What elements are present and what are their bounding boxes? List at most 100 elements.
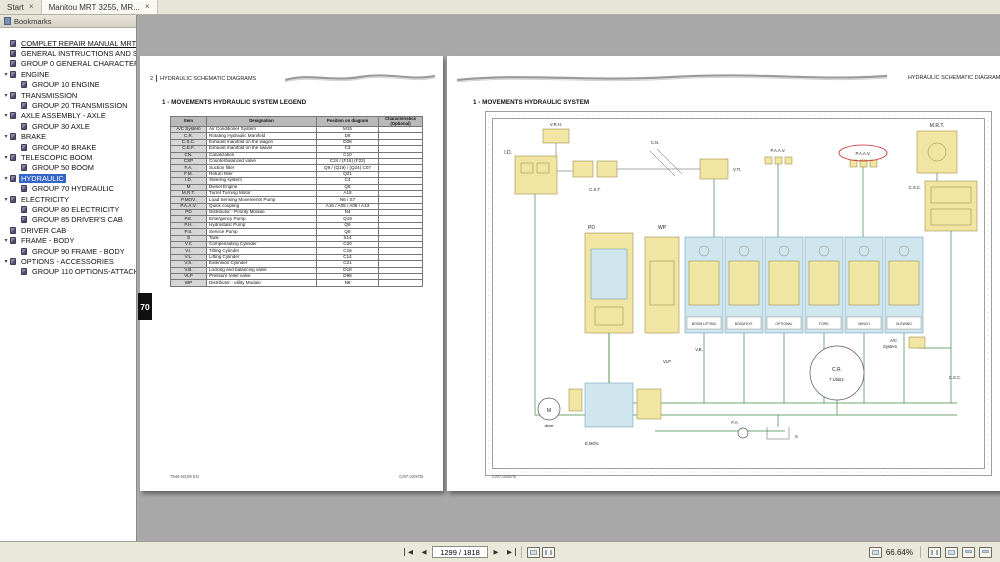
bookmark-label[interactable]: OPTIONS - ACCESSORIES xyxy=(19,257,116,266)
svg-text:F.A.: F.A. xyxy=(731,420,738,425)
bookmark-item[interactable]: ▾ ENGINE xyxy=(0,69,136,79)
svg-text:WP: WP xyxy=(658,225,667,231)
last-page-button[interactable]: ▶ xyxy=(504,548,516,556)
next-page-button[interactable]: ▶ xyxy=(490,548,502,556)
bookmark-item[interactable]: ▾ HYDRAULIC xyxy=(0,173,136,183)
chapter-number: 2 xyxy=(150,76,153,82)
zoom-level[interactable]: 66.64% xyxy=(886,548,913,557)
bookmark-item[interactable]: ▾ TRANSMISSION xyxy=(0,90,136,100)
bookmark-icon xyxy=(21,164,27,171)
actual-size-icon[interactable] xyxy=(869,547,882,558)
bookmark-item[interactable]: GROUP 30 AXLE xyxy=(0,121,136,131)
bookmark-item[interactable]: ▾ OPTIONS - ACCESSORIES xyxy=(0,256,136,266)
collapse-arrow-icon[interactable]: ▾ xyxy=(2,92,10,99)
status-toolbar: ◀ ◀ 1299 / 1818 ▶ ▶ 66.64% xyxy=(0,541,1000,562)
svg-text:C.N.: C.N. xyxy=(651,140,659,145)
collapse-arrow-icon[interactable]: ▾ xyxy=(2,112,10,119)
svg-text:PD: PD xyxy=(588,225,595,231)
collapse-arrow-icon[interactable]: ▾ xyxy=(2,154,10,161)
bookmark-item[interactable]: GROUP 50 BOOM xyxy=(0,163,136,173)
bookmark-item[interactable]: GROUP 10 ENGINE xyxy=(0,80,136,90)
bookmark-item[interactable]: GROUP 70 HYDRAULIC xyxy=(0,183,136,193)
bookmark-icon xyxy=(10,133,16,140)
first-page-button[interactable]: ◀ xyxy=(404,548,416,556)
bookmark-label[interactable]: ELECTRICITY xyxy=(19,195,71,204)
bookmark-item[interactable]: ▾ BRAKE xyxy=(0,132,136,142)
collapse-arrow-icon[interactable]: ▾ xyxy=(2,175,10,182)
rotary-manifold: C.R. 7 Utilizz. xyxy=(810,346,864,400)
collapse-arrow-icon[interactable]: ▾ xyxy=(2,133,10,140)
svg-text:C.R.: C.R. xyxy=(832,367,842,373)
movement-pump-unit: M diesel E.MOV. xyxy=(538,383,661,446)
collapse-arrow-icon[interactable]: ▾ xyxy=(2,258,10,265)
bookmark-label[interactable]: DRIVER CAB xyxy=(19,226,68,235)
bookmark-label[interactable]: ENGINE xyxy=(19,70,51,79)
bookmark-icon xyxy=(21,123,27,130)
bookmark-label[interactable]: GROUP 90 FRAME - BODY xyxy=(30,247,127,256)
full-screen-icon[interactable] xyxy=(979,547,992,558)
tab-document-label: Manitou MRT 3255, MR... xyxy=(49,3,140,12)
bookmark-item[interactable]: GENERAL INSTRUCTIONS AND SAFET... xyxy=(0,48,136,58)
csc-label: C.S.C. xyxy=(949,375,961,380)
bookmark-item[interactable]: DRIVER CAB xyxy=(0,225,136,235)
bookmark-item[interactable]: GROUP 90 FRAME - BODY xyxy=(0,246,136,256)
bookmark-label[interactable]: TELESCOPIC BOOM xyxy=(19,153,94,162)
collapse-arrow-icon[interactable]: ▾ xyxy=(2,71,10,78)
fit-width-icon[interactable] xyxy=(928,547,941,558)
fit-page-icon[interactable] xyxy=(945,547,958,558)
footer-code: 7946-M109 EN xyxy=(170,474,199,479)
bookmark-label[interactable]: COMPLET REPAIR MANUAL MRT 325... xyxy=(19,39,136,48)
document-viewer[interactable]: 2 HYDRAULIC SCHEMATIC DIAGRAMS 1 - MOVEM… xyxy=(137,15,1000,541)
svg-text:M: M xyxy=(547,408,551,414)
svg-text:P.A.A.V.: P.A.A.V. xyxy=(856,151,871,156)
bookmark-item[interactable]: ▾ ELECTRICITY xyxy=(0,194,136,204)
collapse-arrow-icon[interactable]: ▾ xyxy=(2,237,10,244)
prev-page-button[interactable]: ◀ xyxy=(418,548,430,556)
page-number-field[interactable]: 1299 / 1818 xyxy=(432,546,488,558)
bookmark-item[interactable]: ▾ TELESCOPIC BOOM xyxy=(0,152,136,162)
canalization-symbol: C.N. xyxy=(650,140,682,176)
svg-text:C.S.C.: C.S.C. xyxy=(909,185,921,190)
bookmark-icon xyxy=(10,112,16,119)
bookmark-label[interactable]: GROUP 80 ELECTRICITY xyxy=(30,205,121,214)
single-page-view-icon[interactable] xyxy=(527,547,540,558)
bookmark-label[interactable]: GENERAL INSTRUCTIONS AND SAFET... xyxy=(19,49,136,58)
tab-start[interactable]: Start × xyxy=(0,0,42,14)
bookmark-item[interactable]: GROUP 85 DRIVER'S CAB xyxy=(0,215,136,225)
footer-code: C/97.02/87B xyxy=(492,474,516,479)
bookmark-item[interactable]: ▾ AXLE ASSEMBLY - AXLE xyxy=(0,111,136,121)
bookmarks-list[interactable]: COMPLET REPAIR MANUAL MRT 325...GENERAL … xyxy=(0,28,136,541)
bookmark-label[interactable]: GROUP 110 OPTIONS-ATTACHME... xyxy=(30,267,136,276)
bookmark-label[interactable]: GROUP 50 BOOM xyxy=(30,163,96,172)
bookmark-label[interactable]: GROUP 70 HYDRAULIC xyxy=(30,184,116,193)
bookmark-label[interactable]: FRAME - BODY xyxy=(19,236,76,245)
bookmark-label[interactable]: GROUP 10 ENGINE xyxy=(30,80,102,89)
bookmark-item[interactable]: GROUP 80 ELECTRICITY xyxy=(0,204,136,214)
bookmark-label[interactable]: GROUP 85 DRIVER'S CAB xyxy=(30,215,125,224)
bookmark-label[interactable]: GROUP 30 AXLE xyxy=(30,122,92,131)
bookmark-label[interactable]: HYDRAULIC xyxy=(19,174,66,183)
facing-pages-view-icon[interactable] xyxy=(542,547,555,558)
bookmark-item[interactable]: GROUP 40 BRAKE xyxy=(0,142,136,152)
legend-table-head-row: ItemDesignationPosition on diagramCharac… xyxy=(171,117,423,127)
bookmark-item[interactable]: GROUP 20 TRANSMISSION xyxy=(0,100,136,110)
reading-mode-icon[interactable] xyxy=(962,547,975,558)
bookmark-label[interactable]: GROUP 40 BRAKE xyxy=(30,143,98,152)
bookmark-label[interactable]: BRAKE xyxy=(19,132,48,141)
bookmark-label[interactable]: GROUP 0 GENERAL CHARACTERS... xyxy=(19,59,136,68)
bookmark-item[interactable]: GROUP 0 GENERAL CHARACTERS... xyxy=(0,59,136,69)
tab-close-icon[interactable]: × xyxy=(145,3,150,11)
tab-close-icon[interactable]: × xyxy=(29,3,34,11)
bookmark-item[interactable]: GROUP 110 OPTIONS-ATTACHME... xyxy=(0,267,136,277)
bookmark-label[interactable]: TRANSMISSION xyxy=(19,91,79,100)
bookmark-item[interactable]: COMPLET REPAIR MANUAL MRT 325... xyxy=(0,38,136,48)
bookmark-label[interactable]: GROUP 20 TRANSMISSION xyxy=(30,101,129,110)
bookmark-label[interactable]: AXLE ASSEMBLY - AXLE xyxy=(19,111,108,120)
turret-manifold: C.S.C. xyxy=(909,181,977,231)
collapse-arrow-icon[interactable]: ▾ xyxy=(2,196,10,203)
bookmark-item[interactable]: ▾ FRAME - BODY xyxy=(0,235,136,245)
bookmark-icon xyxy=(10,154,16,161)
bookmark-icon xyxy=(21,216,27,223)
tab-document[interactable]: Manitou MRT 3255, MR... × xyxy=(42,0,158,14)
legend-column-header: Characteristics (Optional) xyxy=(379,117,423,127)
